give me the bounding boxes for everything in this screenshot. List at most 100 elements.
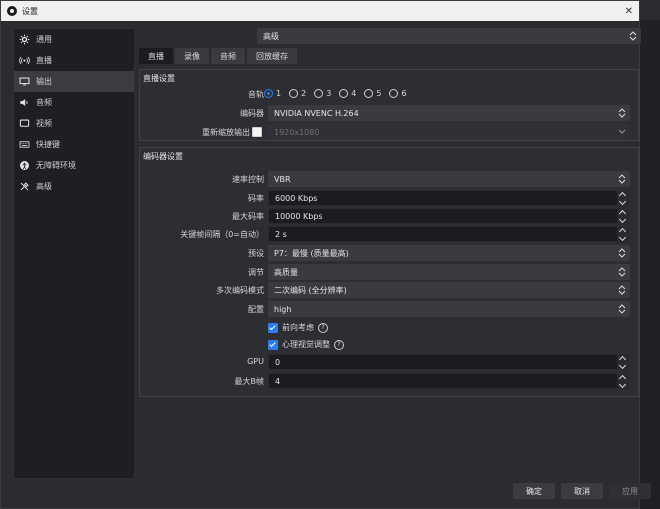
audio-track-radio-2[interactable] (289, 89, 299, 98)
sidebar-item-label: 视频 (36, 119, 52, 128)
max-bitrate-row: 最大码率 10000 Kbps (140, 208, 640, 225)
sidebar-item-label: 输出 (36, 77, 52, 86)
lookahead-checkbox[interactable] (268, 322, 278, 333)
preset-select[interactable]: P7：最慢 (质量最高) (268, 245, 630, 261)
sidebar-item-stream[interactable]: 直播 (14, 50, 134, 71)
bitrate-spinbox[interactable]: 6000 Kbps (268, 190, 630, 207)
rescale-output-checkbox[interactable] (252, 127, 262, 137)
cancel-button[interactable]: 取消 (561, 483, 603, 499)
accessibility-icon (18, 160, 30, 172)
up-down-caret-icon (618, 304, 626, 314)
output-tabs: 直播 录像 音频 回放缓存 (139, 48, 297, 64)
sidebar-item-audio[interactable]: 音频 (14, 92, 134, 113)
tuning-row: 调节 高质量 (140, 264, 640, 280)
gear-icon (18, 34, 30, 46)
keyframe-row: 关键帧间隔（0=自动） 2 s (140, 226, 640, 243)
spinbox-arrows[interactable] (617, 355, 629, 371)
tab-replay-buffer[interactable]: 回放缓存 (247, 48, 297, 64)
gpu-row: GPU 0 (140, 354, 640, 371)
psycho-visual-checkbox[interactable] (268, 339, 278, 350)
up-down-caret-icon (629, 31, 637, 41)
preset-label: 预设 (248, 249, 264, 258)
monitor-icon (18, 76, 30, 88)
tools-icon (18, 181, 30, 193)
apply-button[interactable]: 应用 (609, 483, 651, 499)
gpu-spinbox[interactable]: 0 (268, 354, 630, 371)
sidebar-item-accessibility[interactable]: 无障碍环境 (14, 155, 134, 176)
tab-recording[interactable]: 录像 (175, 48, 209, 64)
up-down-caret-icon (618, 248, 626, 258)
max-b-frames-row: 最大B帧 4 (140, 373, 640, 390)
spinbox-arrows[interactable] (617, 374, 629, 390)
background-right-strip (640, 20, 660, 509)
multipass-row: 多次编码模式 二次编码 (全分辨率) (140, 282, 640, 298)
sidebar-item-label: 通用 (36, 35, 52, 44)
spinbox-arrows[interactable] (617, 209, 629, 225)
spinbox-arrows[interactable] (617, 227, 629, 243)
audio-track-radio-4[interactable] (339, 89, 349, 98)
rescale-output-row: 重新缩放输出 1920x1080 (140, 124, 640, 140)
up-down-caret-icon (618, 108, 626, 118)
sidebar-item-label: 快捷键 (36, 140, 60, 149)
tab-audio[interactable]: 音频 (211, 48, 245, 64)
window-title: 设置 (22, 6, 38, 16)
rate-control-label: 速率控制 (232, 175, 264, 184)
sidebar-item-advanced[interactable]: 高级 (14, 176, 134, 197)
rate-control-select[interactable]: VBR (268, 171, 630, 187)
sidebar-item-output[interactable]: 输出 (14, 71, 134, 92)
max-bitrate-label: 最大码率 (232, 212, 264, 221)
audio-track-radio-3[interactable] (314, 89, 324, 98)
psycho-visual-check-line: 心理视觉调整 ? (268, 339, 344, 350)
profile-select[interactable]: high (268, 301, 630, 317)
up-down-caret-icon (618, 285, 626, 295)
help-icon[interactable]: ? (334, 339, 344, 350)
sidebar-item-general[interactable]: 通用 (14, 29, 134, 50)
speaker-icon (18, 97, 30, 109)
encoder-row: 编码器 NVIDIA NVENC H.264 (140, 105, 640, 121)
up-down-caret-icon (618, 174, 626, 184)
sidebar-item-label: 高级 (36, 182, 52, 191)
lookahead-check-line: 前向考虑 ? (268, 322, 328, 333)
close-icon[interactable]: ✕ (625, 6, 633, 17)
max-bitrate-spinbox[interactable]: 10000 Kbps (268, 208, 630, 225)
settings-sidebar: 通用 直播 输出 音频 视频 快捷键 无障碍环境 高级 (13, 28, 135, 479)
audio-track-label: 音轨 (248, 90, 264, 99)
tuning-label: 调节 (248, 268, 264, 277)
multipass-label: 多次编码模式 (216, 286, 264, 295)
group-title: 直播设置 (143, 74, 175, 83)
bitrate-label: 码率 (248, 194, 264, 203)
ok-button[interactable]: 确定 (513, 483, 555, 499)
output-mode-select[interactable]: 高级 (257, 28, 641, 44)
sidebar-item-video[interactable]: 视频 (14, 113, 134, 134)
audio-track-radio-5[interactable] (364, 89, 374, 98)
encoder-select[interactable]: NVIDIA NVENC H.264 (268, 105, 630, 121)
max-b-frames-label: 最大B帧 (234, 377, 265, 386)
preset-row: 预设 P7：最慢 (质量最高) (140, 245, 640, 261)
audio-track-radio-6[interactable] (389, 89, 399, 98)
bitrate-row: 码率 6000 Kbps (140, 190, 640, 207)
rescale-resolution-select[interactable]: 1920x1080 (268, 124, 630, 140)
keyboard-icon (18, 139, 30, 151)
psycho-visual-label: 心理视觉调整 (282, 340, 330, 349)
sidebar-item-label: 无障碍环境 (36, 161, 76, 170)
title-bar: 设置 ✕ (1, 1, 639, 21)
tab-stream[interactable]: 直播 (139, 48, 173, 64)
sidebar-item-label: 直播 (36, 56, 52, 65)
rescale-output-label: 重新缩放输出 (202, 128, 250, 137)
spinbox-arrows[interactable] (617, 191, 629, 207)
max-b-frames-spinbox[interactable]: 4 (268, 373, 630, 390)
sidebar-item-label: 音频 (36, 98, 52, 107)
keyframe-spinbox[interactable]: 2 s (268, 226, 630, 243)
lookahead-row: 前向考虑 ? (140, 319, 640, 335)
chevron-down-icon (618, 129, 626, 134)
psycho-visual-row: 心理视觉调整 ? (140, 336, 640, 352)
profile-label: 配置 (248, 305, 264, 314)
tuning-select[interactable]: 高质量 (268, 264, 630, 280)
sidebar-item-hotkeys[interactable]: 快捷键 (14, 134, 134, 155)
help-icon[interactable]: ? (318, 322, 328, 333)
audio-track-row: 音轨 1 2 3 4 5 6 (140, 86, 640, 102)
multipass-select[interactable]: 二次编码 (全分辨率) (268, 282, 630, 298)
audio-track-radio-1[interactable] (264, 89, 273, 98)
encoder-label: 编码器 (240, 109, 264, 118)
group-title: 编码器设置 (143, 152, 183, 161)
